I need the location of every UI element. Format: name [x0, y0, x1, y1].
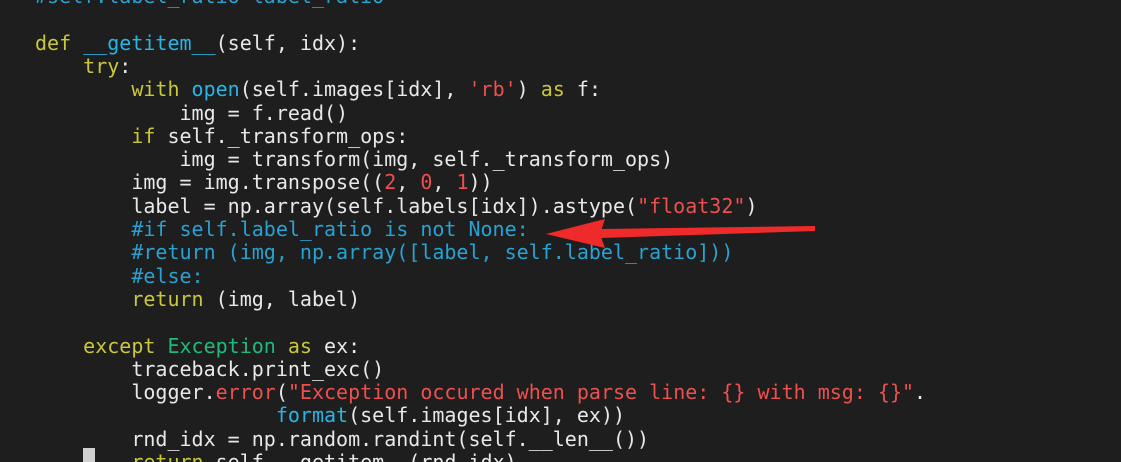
code-token-plain: . [914, 380, 927, 405]
code-token-plain: logger. [131, 380, 216, 405]
code-token-plain: ex: [311, 333, 361, 358]
code-token-indent [35, 124, 131, 148]
code-token-keyword: as [540, 77, 565, 102]
code-token-plain: (self, idx): [215, 30, 361, 55]
code-token-indent [35, 170, 131, 194]
code-token-keyword: as [287, 333, 312, 358]
code-line: img = transform(img, self._transform_ops… [35, 147, 674, 172]
code-line: return (img, label) [35, 286, 361, 311]
code-token-keyword: if [131, 123, 156, 148]
code-token-string: "Exception occured when parse line: {} w… [287, 380, 915, 405]
code-token-plain: : [119, 53, 132, 78]
code-token-indent [35, 101, 180, 125]
code-token-comment: #else: [131, 263, 204, 288]
code-token-plain: img = img.transpose(( [131, 170, 385, 195]
code-line: logger.error("Exception occured when par… [35, 380, 927, 405]
code-token-indent [35, 403, 276, 427]
code-token-plain: traceback.print_exc() [131, 356, 385, 381]
code-token-comment: #self.label_ratio=label_ratio [35, 0, 384, 8]
code-token-plain: self._transform_ops: [155, 123, 409, 148]
code-token-plain: )) [468, 170, 493, 195]
code-line: #self.label_ratio=label_ratio [35, 0, 384, 8]
code-token-number: 1 [456, 170, 469, 195]
code-token-func: __getitem__ [83, 30, 216, 55]
code-token-keyword: with [131, 77, 192, 102]
code-token-func: format [275, 403, 349, 428]
code-token-plain: (img, label) [203, 286, 361, 311]
code-token-number: 0 [420, 170, 433, 195]
code-token-keyword: except [83, 333, 168, 358]
code-line: traceback.print_exc() [35, 356, 385, 381]
code-token-plain: (self.images[idx], ex)) [348, 403, 626, 428]
code-token-indent [35, 287, 131, 311]
code-line: img = img.transpose((2, 0, 1)) [35, 170, 493, 195]
code-token-func: open [191, 77, 240, 102]
code-token-plain: f: [564, 77, 601, 102]
code-token-plain: img = f.read() [179, 100, 349, 125]
code-line: format(self.images[idx], ex)) [35, 404, 625, 427]
code-line: return self.__getitem__(rnd_idx) [35, 450, 517, 462]
code-line: #else: [35, 263, 204, 288]
code-editor[interactable]: #self.label_ratio=label_ratiodef __getit… [0, 0, 1121, 462]
code-line: img = f.read() [35, 100, 349, 125]
code-token-indent [35, 147, 180, 171]
code-token-keyword: try [83, 53, 120, 78]
code-token-indent [35, 380, 131, 404]
code-token-plain: label = np.array(self.labels[idx]).astyp… [131, 193, 638, 218]
code-line: label = np.array(self.labels[idx]).astyp… [35, 193, 758, 218]
code-token-indent [35, 217, 131, 241]
code-token-indent [35, 240, 131, 264]
code-line: rnd_idx = np.random.randint(self.__len__… [35, 426, 650, 451]
code-token-comment: #return (img, np.array([label, self.labe… [131, 240, 734, 265]
code-token-plain: ) [516, 77, 541, 102]
code-token-plain: ) [745, 193, 758, 218]
code-token-error: error [215, 380, 276, 405]
code-token-plain: , [396, 170, 421, 195]
code-token-indent [35, 264, 131, 288]
code-token-plain: rnd_idx = np.random.randint(self.__len__… [131, 426, 650, 451]
code-line: try: [35, 53, 132, 78]
arrow-shaft [600, 226, 815, 238]
code-token-plain: (self.images[idx], [239, 77, 469, 102]
code-line: def __getitem__(self, idx): [35, 30, 361, 55]
code-line: if self._transform_ops: [35, 123, 409, 148]
code-token-indent [35, 77, 131, 101]
code-token-plain: , [432, 170, 457, 195]
code-line: #return (img, np.array([label, self.labe… [35, 241, 733, 264]
code-token-keyword: return [131, 286, 204, 311]
code-line: #if self.label_ratio is not None: [35, 217, 529, 241]
code-token-keyword: return [131, 450, 204, 462]
code-token-indent [35, 54, 83, 78]
code-token-indent [35, 334, 83, 358]
code-token-string: "float32" [637, 193, 746, 218]
code-token-plain: img = transform(img, self._transform_ops… [179, 147, 674, 172]
code-token-comment: #if self.label_ratio is not None: [131, 217, 529, 241]
code-line: except Exception as ex: [35, 333, 361, 358]
code-token-keyword: def [35, 30, 84, 55]
code-token-indent [35, 357, 131, 381]
code-token-plain: self.__getitem__(rnd_idx) [203, 450, 517, 462]
code-token-class: Exception [167, 333, 276, 358]
code-token-plain: ( [275, 380, 288, 405]
code-line: with open(self.images[idx], 'rb') as f: [35, 78, 601, 101]
text-cursor [83, 448, 95, 462]
code-token-number: 2 [384, 170, 397, 195]
code-token-string: 'rb' [468, 77, 517, 102]
code-token-indent [35, 194, 131, 218]
